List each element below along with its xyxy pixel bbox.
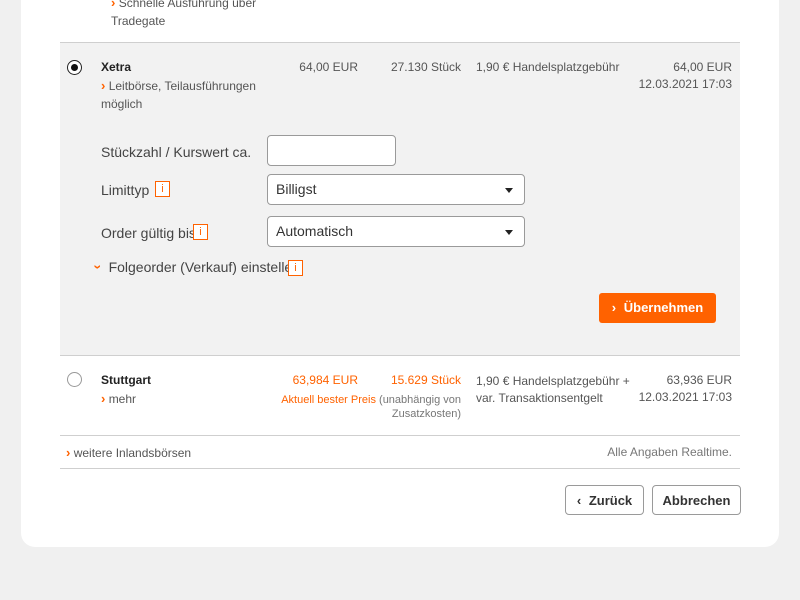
chevron-right-icon: ›: [101, 78, 106, 93]
xetra-last-price: 64,00 EUR: [673, 60, 732, 74]
tradegate-description: › Schnelle Ausführung über Tradegate: [111, 0, 256, 30]
cancel-button[interactable]: Abbrechen: [652, 485, 741, 515]
chevron-left-icon: ‹: [576, 493, 582, 508]
stuttgart-fee: 1,90 € Handelsplatzgebühr + var. Transak…: [476, 374, 630, 405]
info-icon[interactable]: i: [288, 260, 303, 276]
stuttgart-radio[interactable]: [67, 372, 82, 387]
quantity-input[interactable]: [267, 135, 396, 166]
followup-order-toggle[interactable]: › Folgeorder (Verkauf) einstellen: [90, 259, 300, 275]
xetra-quantity: 27.130 Stück: [390, 60, 461, 74]
stuttgart-more-link[interactable]: › mehr: [101, 390, 136, 408]
chevron-right-icon: ›: [66, 445, 71, 460]
dropdown-arrow-icon: [505, 230, 513, 235]
xetra-description: › Leitbörse, Teilausführungen möglich: [101, 78, 256, 111]
divider: [60, 468, 740, 469]
chevron-right-icon: ›: [101, 391, 106, 406]
stuttgart-name: Stuttgart: [101, 373, 151, 387]
xetra-timestamp: 12.03.2021 17:03: [638, 77, 732, 91]
stuttgart-quantity: 15.629 Stück: [390, 373, 461, 387]
info-icon[interactable]: i: [193, 224, 208, 240]
limit-type-label: Limittyp: [101, 182, 150, 198]
stuttgart-timestamp: 12.03.2021 17:03: [638, 390, 732, 404]
chevron-right-icon: ›: [611, 300, 617, 315]
limit-type-select[interactable]: Billigst: [267, 174, 525, 205]
xetra-name: Xetra: [101, 60, 132, 74]
apply-button[interactable]: › Übernehmen: [599, 293, 716, 323]
chevron-down-icon: ›: [90, 264, 107, 270]
valid-until-label: Order gültig bis: [101, 225, 196, 241]
back-button[interactable]: ‹ Zurück: [565, 485, 644, 515]
xetra-radio[interactable]: [67, 60, 82, 75]
quantity-label: Stückzahl / Kurswert ca.: [101, 144, 252, 160]
xetra-fee: 1,90 € Handelsplatzgebühr: [476, 60, 620, 74]
realtime-note: Alle Angaben Realtime.: [607, 445, 732, 459]
divider: [60, 435, 740, 436]
dropdown-arrow-icon: [505, 188, 513, 193]
xetra-price: 64,00 EUR: [299, 60, 358, 74]
more-exchanges-link[interactable]: › weitere Inlandsbörsen: [66, 445, 191, 460]
info-icon[interactable]: i: [155, 181, 170, 197]
stuttgart-price: 63,984 EUR: [292, 373, 358, 387]
divider: [60, 355, 740, 356]
chevron-right-icon: ›: [111, 0, 116, 10]
valid-until-select[interactable]: Automatisch: [267, 216, 525, 247]
stuttgart-last-price: 63,936 EUR: [666, 373, 732, 387]
best-price-note: Aktuell bester Preis (unabhängig von Zus…: [281, 394, 461, 420]
